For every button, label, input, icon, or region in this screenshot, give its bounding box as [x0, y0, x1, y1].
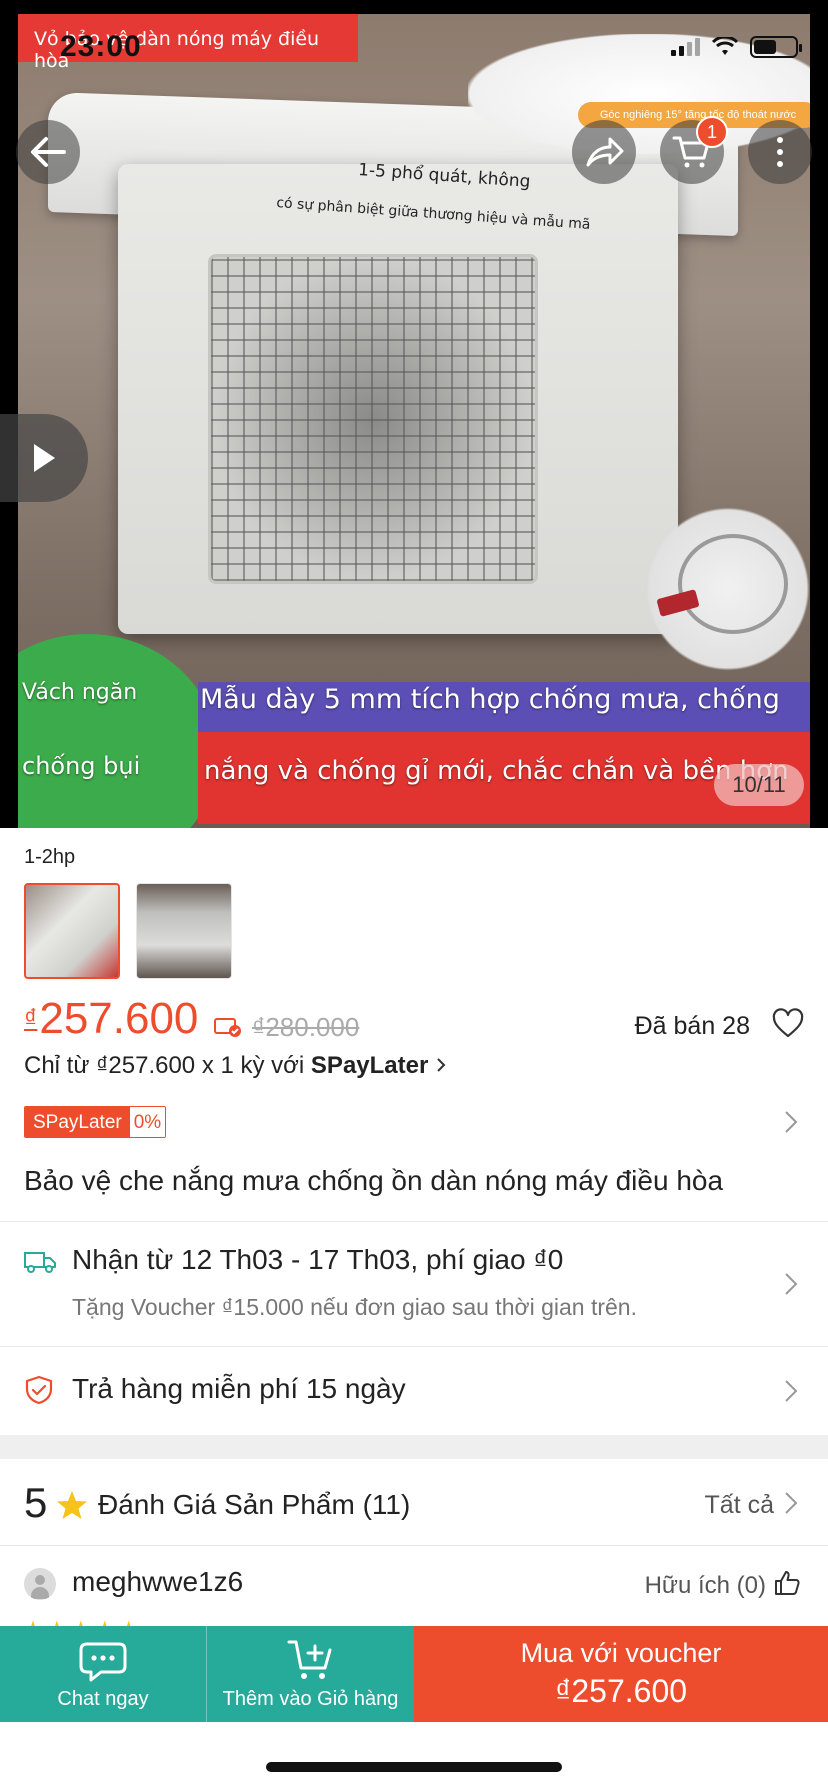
truck-icon — [24, 1252, 56, 1273]
voucher-icon — [214, 1018, 241, 1037]
rating-count: (11) — [362, 1489, 411, 1520]
buy-with-voucher-label: Mua với voucher — [520, 1638, 722, 1668]
cellular-signal-icon — [671, 38, 700, 56]
shield-check-icon — [25, 1375, 53, 1405]
heart-icon[interactable] — [772, 1008, 804, 1040]
sold-count: Đã bán 28 — [634, 1012, 750, 1040]
avatar — [24, 1568, 56, 1600]
more-vertical-icon — [777, 137, 783, 167]
spaylater-tag-label: SPayLater — [25, 1107, 130, 1137]
spaylater-tag[interactable]: SPayLater 0% — [24, 1106, 167, 1138]
chevron-right-icon — [785, 1380, 798, 1402]
return-policy-text: Trả hàng miễn phí 15 ngày — [72, 1373, 406, 1404]
buy-with-voucher-button[interactable]: Mua với voucher ₫257.600 — [414, 1626, 828, 1722]
hero-left-caption-2: chống bụi — [22, 752, 141, 780]
spaylater-tag-rate: 0% — [129, 1107, 166, 1137]
add-to-cart-icon — [287, 1640, 331, 1679]
variation-thumbnail-2[interactable] — [136, 883, 232, 979]
play-video-button[interactable] — [0, 414, 88, 502]
thumbs-up-icon[interactable] — [774, 1570, 800, 1596]
hero-banner-line2: nắng và chống gỉ mới, chắc chắn và bền h… — [204, 756, 789, 786]
product-title: Bảo vệ che nắng mưa chống ồn dàn nóng má… — [24, 1165, 724, 1196]
current-price-value: 257.600 — [39, 994, 199, 1043]
review-item: meghwwe1z6 Hữu ích (0) ★★★★★ — [0, 1546, 828, 1640]
variation-label: 1-2hp — [24, 846, 76, 868]
share-icon — [586, 137, 624, 167]
ac-unit-graphic — [118, 164, 678, 634]
play-icon — [34, 444, 55, 472]
buy-with-voucher-price: ₫257.600 — [554, 1673, 688, 1709]
hero-banner-line1: Mẫu dày 5 mm tích hợp chống mưa, chống — [200, 684, 780, 715]
installment-info[interactable]: Chỉ từ ₫257.600 x 1 kỳ với SPayLater — [24, 1052, 446, 1080]
reviewer-name: meghwwe1z6 — [72, 1566, 244, 1597]
currency-symbol: ₫ — [24, 1003, 38, 1033]
add-to-cart-button[interactable]: Thêm vào Giỏ hàng — [206, 1626, 414, 1722]
installment-prefix: Chỉ từ ₫257.600 x 1 kỳ với — [24, 1052, 311, 1079]
shipping-voucher-note: Tặng Voucher ₫15.000 nếu đơn giao sau th… — [72, 1294, 637, 1320]
star-icon — [57, 1491, 87, 1519]
helpful-count[interactable]: Hữu ích (0) — [645, 1572, 766, 1600]
back-arrow-icon — [31, 137, 66, 167]
chevron-right-icon[interactable] — [784, 1110, 798, 1134]
return-policy-row[interactable]: Trả hàng miễn phí 15 ngày — [0, 1347, 828, 1435]
hero-left-caption-1: Vách ngăn — [22, 680, 138, 705]
rating-title: Đánh Giá Sản Phẩm (11) — [98, 1489, 411, 1520]
product-image-carousel[interactable]: Góc nghiêng 15° tăng tốc độ thoát nước 1… — [0, 0, 828, 828]
shipping-row[interactable]: Nhận từ 12 Th03 - 17 Th03, phí giao ₫0 T… — [0, 1222, 828, 1346]
cart-count-badge: 1 — [696, 116, 728, 148]
chat-now-button[interactable]: Chat ngay — [0, 1626, 206, 1722]
variation-thumbnail-1[interactable] — [24, 883, 120, 979]
hero-green-graphic — [18, 634, 218, 828]
variation-thumbnails — [24, 883, 232, 979]
wifi-icon — [712, 37, 738, 55]
original-price: ₫280.000 — [252, 1012, 360, 1042]
status-icons — [671, 36, 802, 58]
shipping-estimate: Nhận từ 12 Th03 - 17 Th03, phí giao ₫0 — [72, 1244, 564, 1275]
rating-header[interactable]: 5 Đánh Giá Sản Phẩm (11) Tất cả — [0, 1459, 828, 1545]
battery-icon — [750, 36, 802, 58]
cart-button[interactable]: 1 — [660, 116, 728, 184]
image-counter: 10/11 — [714, 764, 804, 806]
chat-now-label: Chat ngay — [57, 1687, 149, 1710]
price-row: ₫257.600 ₫280.000 Đã bán 28 — [24, 994, 804, 1054]
chevron-right-icon — [785, 1492, 798, 1514]
chevron-right-icon — [785, 1273, 798, 1295]
back-button[interactable] — [16, 120, 80, 184]
add-to-cart-label: Thêm vào Giỏ hàng — [222, 1687, 399, 1710]
chat-icon — [79, 1642, 127, 1681]
see-all-reviews-link[interactable]: Tất cả — [705, 1491, 774, 1520]
ac-grille-graphic — [208, 254, 538, 584]
wire-loop-graphic — [678, 534, 788, 634]
status-time: 23:00 — [60, 30, 142, 63]
installment-brand: SPayLater — [310, 1052, 429, 1079]
share-button[interactable] — [572, 120, 636, 184]
bottom-action-bar: Chat ngay Thêm vào Giỏ hàng Mua với vouc… — [0, 1626, 828, 1722]
section-gap — [0, 1435, 828, 1459]
chevron-right-icon — [437, 1058, 446, 1072]
more-options-button[interactable] — [748, 120, 812, 184]
home-indicator[interactable] — [266, 1762, 562, 1772]
rating-score: 5 — [24, 1479, 48, 1526]
current-price: ₫257.600 — [24, 994, 198, 1044]
